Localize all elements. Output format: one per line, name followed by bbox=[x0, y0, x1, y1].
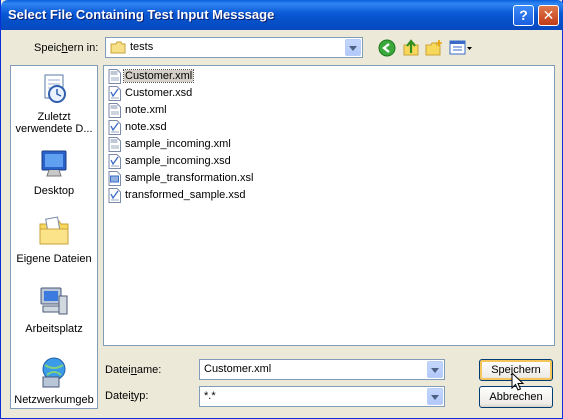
title-bar[interactable]: Select File Containing Test Input Messsa… bbox=[1, 0, 563, 30]
my-documents-icon bbox=[39, 216, 69, 245]
close-button[interactable]: ✕ bbox=[538, 5, 559, 26]
places-bar: Zuletzt verwendete D... Desktop Eigene D… bbox=[10, 65, 98, 409]
xsd-file-icon bbox=[108, 154, 121, 169]
back-icon[interactable] bbox=[378, 39, 396, 57]
place-label: Arbeitsplatz bbox=[25, 323, 83, 335]
mouse-cursor-icon bbox=[511, 372, 525, 391]
desktop-icon bbox=[41, 150, 67, 177]
place-label: Netzwerkumgeb bbox=[14, 394, 94, 406]
folder-icon bbox=[110, 41, 126, 54]
file-name: note.xml bbox=[125, 104, 167, 116]
network-icon bbox=[42, 357, 66, 388]
new-folder-icon[interactable] bbox=[425, 39, 443, 57]
xsd-file-icon bbox=[108, 120, 121, 135]
place-network[interactable]: Netzwerkumgeb bbox=[11, 355, 97, 407]
save-in-combo[interactable]: tests bbox=[105, 37, 363, 58]
chevron-down-icon bbox=[431, 368, 439, 373]
file-list[interactable]: Customer.xml Customer.xsd note.xml note.xsd… bbox=[103, 65, 555, 346]
place-label: Zuletzt verwendete D... bbox=[15, 111, 93, 135]
place-label: Desktop bbox=[33, 185, 75, 197]
file-name: sample_transformation.xsl bbox=[125, 172, 254, 184]
xsd-file-icon bbox=[108, 86, 121, 101]
xml-file-icon bbox=[108, 69, 121, 84]
file-name: note.xsd bbox=[125, 121, 167, 133]
place-desktop[interactable]: Desktop bbox=[11, 146, 97, 198]
view-menu-icon[interactable] bbox=[449, 39, 473, 57]
file-name: transformed_sample.xsd bbox=[125, 189, 246, 201]
filename-input[interactable]: Customer.xml bbox=[199, 359, 445, 380]
place-my-computer[interactable]: Arbeitsplatz bbox=[11, 284, 97, 336]
filetype-value: *.* bbox=[204, 390, 216, 402]
xml-file-icon bbox=[108, 137, 121, 152]
file-name: sample_incoming.xsd bbox=[125, 155, 231, 167]
file-name: Customer.xsd bbox=[125, 87, 193, 99]
filetype-label: Dateityp: bbox=[105, 390, 149, 402]
filetype-select[interactable]: *.* bbox=[199, 386, 445, 407]
xsd-file-icon bbox=[108, 188, 121, 203]
filename-value: Customer.xml bbox=[204, 363, 272, 375]
my-computer-icon bbox=[40, 287, 68, 315]
filename-label: Dateiname: bbox=[105, 364, 162, 376]
recent-documents-icon bbox=[44, 74, 66, 103]
current-folder: tests bbox=[130, 41, 154, 53]
xsl-file-icon bbox=[108, 171, 121, 186]
save-in-dropdown-button[interactable] bbox=[345, 39, 361, 56]
filetype-dropdown-button[interactable] bbox=[427, 388, 443, 405]
help-button[interactable]: ? bbox=[513, 5, 534, 26]
place-recent[interactable]: Zuletzt verwendete D... bbox=[11, 72, 97, 135]
file-name: Customer.xml bbox=[122, 69, 195, 83]
file-dialog: Select File Containing Test Input Messsa… bbox=[0, 0, 563, 419]
place-my-documents[interactable]: Eigene Dateien bbox=[11, 214, 97, 266]
up-folder-icon[interactable] bbox=[402, 39, 420, 57]
file-name: sample_incoming.xml bbox=[125, 138, 231, 150]
chevron-down-icon bbox=[349, 46, 357, 51]
filename-dropdown-button[interactable] bbox=[427, 361, 443, 378]
place-label: Eigene Dateien bbox=[16, 253, 92, 265]
xml-file-icon bbox=[108, 103, 121, 118]
window-title: Select File Containing Test Input Messsa… bbox=[8, 7, 275, 22]
chevron-down-icon bbox=[431, 395, 439, 400]
save-in-label: Speichern in: bbox=[34, 42, 99, 54]
